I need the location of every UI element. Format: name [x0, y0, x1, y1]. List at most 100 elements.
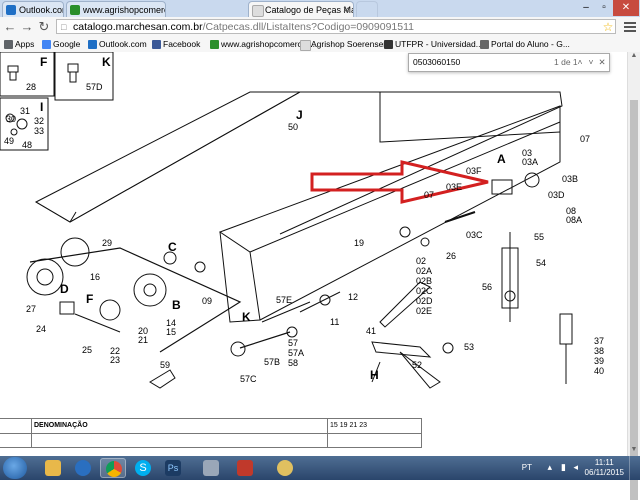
part-label[interactable]: 27 — [26, 304, 36, 314]
part-label[interactable]: 03A — [522, 157, 538, 167]
new-tab-button[interactable] — [356, 1, 378, 17]
part-label[interactable]: 57E — [276, 295, 292, 305]
taskbar-chrome[interactable] — [100, 458, 126, 478]
close-window-icon[interactable]: ✕ — [613, 0, 639, 16]
part-label[interactable]: 33 — [34, 126, 44, 136]
taskbar-skype[interactable]: S — [130, 458, 156, 478]
maximize-icon[interactable]: ▫ — [595, 0, 613, 16]
find-next-icon[interactable]: ˅ — [586, 54, 596, 71]
minimize-icon[interactable]: – — [577, 0, 595, 16]
part-label[interactable]: 26 — [446, 251, 456, 261]
volume-icon[interactable]: ◂ — [573, 462, 578, 473]
taskbar-photoshop[interactable]: Ps — [160, 458, 186, 478]
part-label[interactable]: 50 — [288, 122, 298, 132]
part-label[interactable]: 28 — [26, 82, 36, 92]
part-label[interactable]: 02A — [416, 266, 432, 276]
bookmark-google[interactable]: Google — [42, 37, 80, 52]
menu-icon[interactable] — [624, 21, 636, 33]
part-label[interactable]: 03C — [466, 230, 483, 240]
bookmark-portal[interactable]: Portal do Aluno - G... — [480, 37, 570, 52]
part-label[interactable]: 57A — [288, 348, 304, 358]
tab-marchesan[interactable]: Catalogo de Peças Marcha ✕ — [248, 1, 354, 17]
part-label[interactable]: 56 — [482, 282, 492, 292]
bookmark-facebook[interactable]: Facebook — [152, 37, 200, 52]
part-label[interactable]: 03B — [562, 174, 578, 184]
part-label[interactable]: 40 — [594, 366, 604, 376]
part-label[interactable]: 07 — [424, 190, 434, 200]
part-label[interactable]: 19 — [354, 238, 364, 248]
bookmark-outlook[interactable]: Outlook.com — [88, 37, 147, 52]
part-label[interactable]: 30 — [6, 114, 16, 124]
close-tab-icon[interactable]: ✕ — [342, 2, 350, 17]
scroll-up-icon[interactable]: ▲ — [628, 52, 640, 62]
part-label[interactable]: 59 — [160, 360, 170, 370]
part-label[interactable]: 25 — [82, 345, 92, 355]
part-label[interactable]: 07 — [580, 134, 590, 144]
part-label[interactable]: 02C — [416, 286, 433, 296]
bookmark-agrishop-soerensen[interactable]: Agrishop Soerensen — [300, 37, 388, 52]
bookmark-utfpr[interactable]: UTFPR - Universidad... — [384, 37, 483, 52]
part-label[interactable]: 52 — [412, 360, 422, 370]
part-label[interactable]: 12 — [348, 292, 358, 302]
tray-arrow-icon[interactable]: ▴ — [547, 462, 552, 473]
bookmark-star-icon[interactable]: ☆ — [600, 19, 616, 35]
part-label[interactable]: 02 — [416, 256, 426, 266]
part-label[interactable]: 38 — [594, 346, 604, 356]
part-label[interactable]: 57D — [86, 82, 103, 92]
part-label[interactable]: 31 — [20, 106, 30, 116]
part-label[interactable]: 02E — [416, 306, 432, 316]
part-label[interactable]: 55 — [534, 232, 544, 242]
part-label[interactable]: 21 — [138, 335, 148, 345]
find-close-icon[interactable]: ✕ — [597, 54, 607, 71]
part-label[interactable]: 16 — [90, 272, 100, 282]
address-bar[interactable]: □ catalogo.marchesan.com.br/Catpecas.dll… — [56, 19, 616, 34]
tab-outlook[interactable]: Outlook.com - agrishop — [2, 1, 64, 17]
scrollbar-thumb[interactable] — [630, 100, 638, 500]
taskbar-paint[interactable] — [272, 458, 298, 478]
part-label[interactable]: 15 — [166, 327, 176, 337]
tab-agrishop[interactable]: www.agrishopcomercial.c — [66, 1, 166, 17]
part-label[interactable]: 03E — [446, 182, 462, 192]
find-input[interactable]: 0503060150 — [413, 54, 460, 71]
part-label[interactable]: 23 — [110, 355, 120, 365]
part-label[interactable]: 57B — [264, 357, 280, 367]
part-label[interactable]: 41 — [366, 326, 376, 336]
part-label[interactable]: 53 — [464, 342, 474, 352]
vertical-scrollbar[interactable]: ▲ ▼ — [627, 52, 640, 500]
part-label[interactable]: 39 — [594, 356, 604, 366]
part-label[interactable]: 03D — [548, 190, 565, 200]
part-label[interactable]: 54 — [536, 258, 546, 268]
page-info-icon[interactable]: □ — [61, 20, 66, 33]
part-label[interactable]: 29 — [102, 238, 112, 248]
taskbar-explorer[interactable] — [40, 458, 66, 478]
system-clock[interactable]: 11:11 06/11/2015 — [585, 458, 624, 478]
part-label[interactable]: 02D — [416, 296, 433, 306]
taskbar-link-tool[interactable] — [198, 458, 224, 478]
forward-icon[interactable]: → — [19, 19, 35, 35]
part-label[interactable]: 32 — [34, 116, 44, 126]
taskbar-media-player[interactable] — [70, 458, 96, 478]
language-indicator[interactable]: PT — [522, 463, 532, 472]
part-label[interactable]: 58 — [288, 358, 298, 368]
part-label[interactable]: 08A — [566, 215, 582, 225]
show-desktop-button[interactable] — [629, 456, 640, 480]
part-label[interactable]: 24 — [36, 324, 46, 334]
part-label[interactable]: 49 — [4, 136, 14, 146]
part-label[interactable]: 11 — [330, 317, 339, 327]
part-label[interactable]: 03F — [466, 166, 482, 176]
part-label[interactable]: 02B — [416, 276, 432, 286]
taskbar-tatu[interactable] — [232, 458, 258, 478]
scroll-down-icon[interactable]: ▼ — [628, 446, 640, 456]
bookmark-apps[interactable]: Apps — [4, 37, 34, 52]
part-label[interactable]: 09 — [202, 296, 212, 306]
part-label[interactable]: 48 — [22, 140, 32, 150]
back-icon[interactable]: ← — [2, 19, 18, 35]
table-row[interactable] — [0, 433, 422, 448]
part-label[interactable]: 57C — [240, 374, 257, 384]
network-icon[interactable]: ▮ — [561, 462, 566, 473]
start-button[interactable] — [3, 457, 27, 479]
part-label[interactable]: 57 — [288, 338, 298, 348]
reload-icon[interactable]: ↻ — [36, 19, 52, 35]
find-prev-icon[interactable]: ˄ — [575, 54, 585, 71]
part-label[interactable]: 37 — [594, 336, 604, 346]
